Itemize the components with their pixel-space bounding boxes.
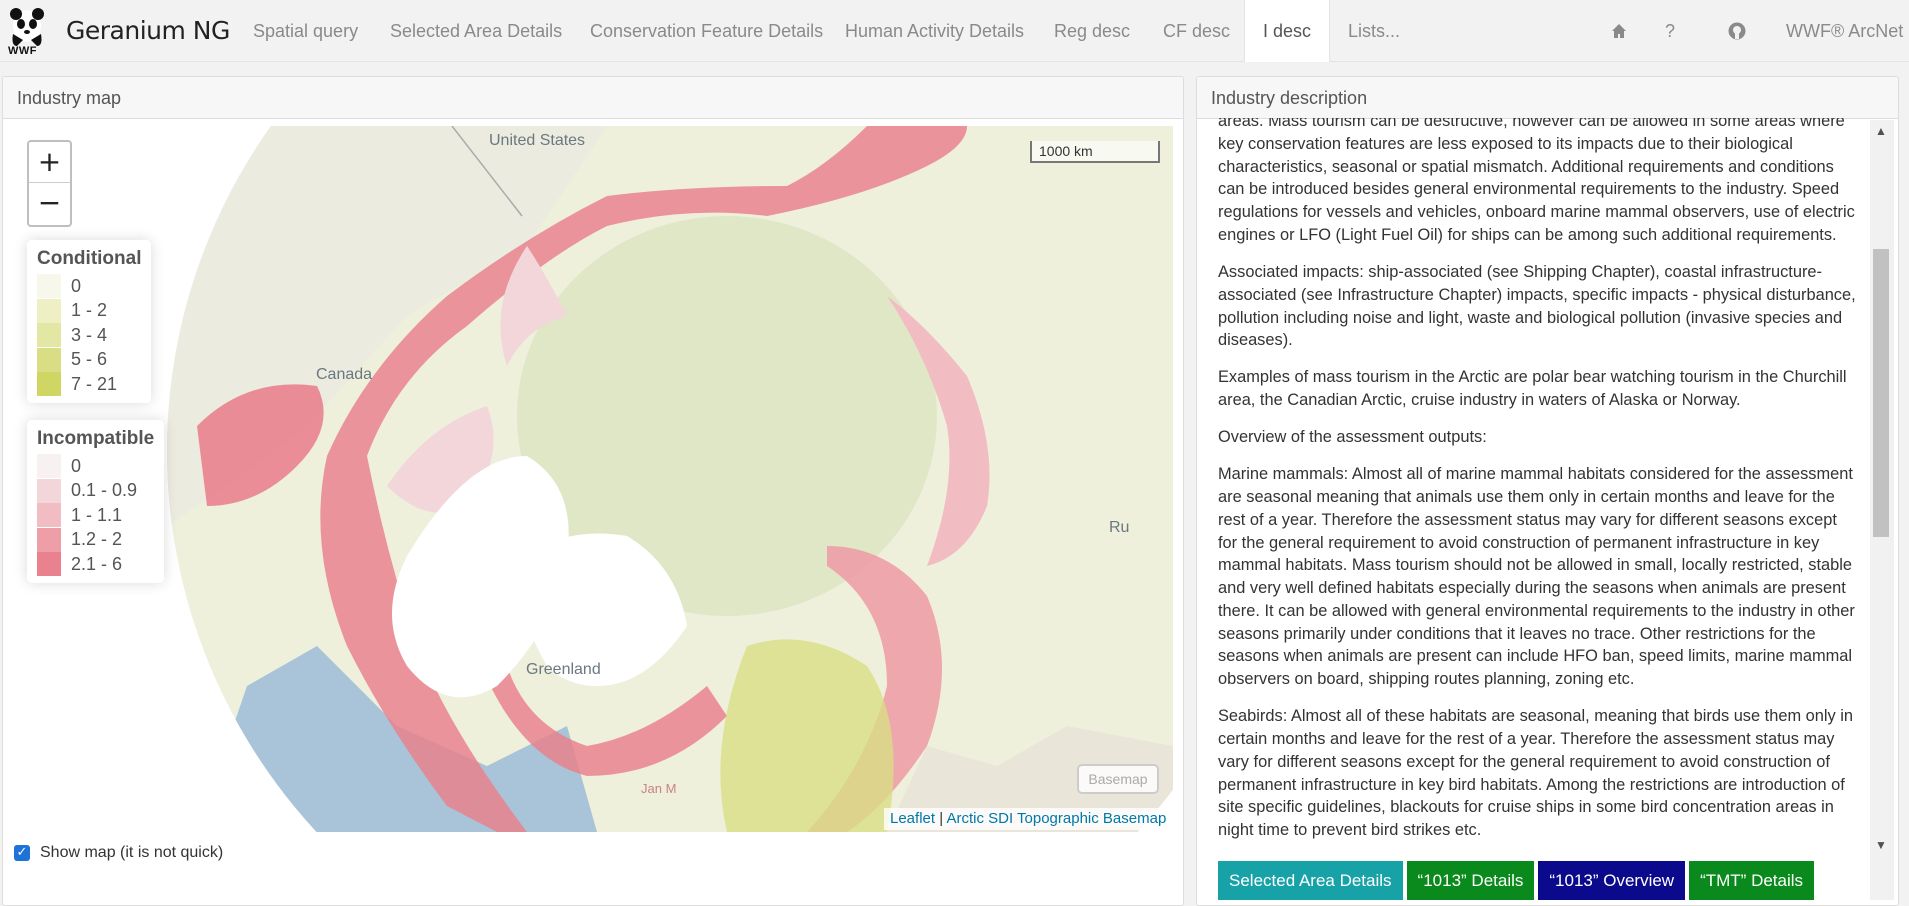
- basemap-button[interactable]: Basemap: [1077, 764, 1159, 794]
- legend-swatch: [37, 454, 61, 479]
- help-link[interactable]: ?: [1665, 0, 1675, 62]
- scrollbar-thumb[interactable]: [1873, 249, 1889, 537]
- home-icon[interactable]: [1611, 0, 1627, 62]
- legend-title: Incompatible: [37, 428, 155, 449]
- legend-conditional: Conditional 0 1 - 2 3 - 4 5 - 6 7 - 21: [27, 240, 152, 403]
- legend-label: 0: [71, 455, 82, 476]
- show-map-toggle[interactable]: ✓ Show map (it is not quick): [14, 844, 223, 862]
- show-map-checkbox[interactable]: ✓: [14, 845, 30, 861]
- logo-text: WWF: [8, 45, 37, 57]
- tab-human-activity-details[interactable]: Human Activity Details: [845, 0, 1024, 62]
- scroll-up-icon[interactable]: ▲: [1875, 124, 1887, 138]
- legend-swatch: [37, 347, 61, 372]
- legend-label: 1.2 - 2: [71, 529, 123, 550]
- zoom-control: + −: [27, 140, 72, 227]
- feature-details-button[interactable]: “1013” Details: [1406, 861, 1535, 900]
- legend-swatch: [37, 372, 61, 397]
- navbar: WWF Geranium NG Spatial query Selected A…: [0, 0, 1909, 62]
- legend-item: 1 - 1.1: [37, 503, 154, 528]
- legend-swatch: [37, 274, 61, 299]
- description-scrollbar[interactable]: ▲ ▼: [1870, 120, 1894, 900]
- panel-title: Industry description: [1197, 77, 1898, 119]
- action-buttons: Selected Area Details “1013” Details “10…: [1218, 861, 1818, 900]
- selected-area-details-button[interactable]: Selected Area Details: [1218, 861, 1403, 900]
- legend-item: 0.1 - 0.9: [37, 478, 154, 504]
- legend-title: Conditional: [37, 248, 142, 269]
- tab-cf-desc[interactable]: CF desc: [1163, 0, 1230, 62]
- paragraph: Examples of mass tourism in the Arctic a…: [1218, 368, 1847, 410]
- description-scroll-area[interactable]: areas. Mass tourism can be destructive, …: [1198, 118, 1872, 843]
- paragraph: Marine mammals: Almost all of marine mam…: [1218, 465, 1855, 689]
- legend-swatch: [37, 503, 61, 528]
- map-attribution: Leaflet | Arctic SDI Topographic Basemap: [884, 808, 1173, 830]
- tab-conservation-feature-details[interactable]: Conservation Feature Details: [590, 0, 823, 62]
- zoom-out-button[interactable]: −: [29, 183, 70, 224]
- panel-title: Industry map: [3, 77, 1183, 119]
- legend-label: 0: [71, 275, 82, 296]
- legend-item: 0: [37, 274, 141, 299]
- zoom-in-button[interactable]: +: [29, 142, 70, 183]
- tab-i-desc[interactable]: I desc: [1244, 0, 1330, 62]
- paragraph: Seabirds: Almost all of these habitats a…: [1218, 707, 1854, 840]
- paragraph: Overview of the assessment outputs:: [1218, 428, 1487, 447]
- legend-item: 2.1 - 6: [37, 552, 154, 577]
- legend-item: 0: [37, 454, 154, 479]
- legend-label: 3 - 4: [71, 324, 108, 345]
- legend-label: 1 - 2: [71, 300, 108, 321]
- basemap-attribution-link[interactable]: Arctic SDI Topographic Basemap: [946, 810, 1166, 827]
- paragraph: Associated impacts: ship-associated (see…: [1218, 262, 1856, 350]
- legend-label: 1 - 1.1: [71, 504, 123, 525]
- label-jan-mayen: Jan M: [641, 781, 677, 796]
- legend-item: 7 - 21: [37, 372, 141, 397]
- paragraph: areas. Mass tourism can be destructive, …: [1218, 118, 1855, 244]
- legend-swatch: [37, 552, 61, 577]
- label-russia: Ru: [1109, 519, 1130, 536]
- leaflet-link[interactable]: Leaflet: [890, 810, 935, 827]
- label-greenland: Greenland: [526, 661, 601, 678]
- label-canada: Canada: [316, 366, 373, 383]
- legend-label: 7 - 21: [71, 373, 118, 394]
- legend-swatch: [37, 478, 61, 503]
- show-map-label: Show map (it is not quick): [40, 844, 224, 861]
- legend-swatch: [37, 323, 61, 348]
- legend-label: 5 - 6: [71, 349, 108, 370]
- github-icon[interactable]: [1727, 0, 1747, 62]
- tab-selected-area-details[interactable]: Selected Area Details: [390, 0, 562, 62]
- org-link[interactable]: WWF® ArcNet: [1786, 0, 1903, 62]
- description-text: areas. Mass tourism can be destructive, …: [1218, 118, 1856, 843]
- scale-bar: 1000 km: [1030, 141, 1160, 163]
- legend-item: 1.2 - 2: [37, 527, 154, 553]
- legend-item: 5 - 6: [37, 347, 141, 373]
- legend-incompatible: Incompatible 0 0.1 - 0.9 1 - 1.1 1.2 - 2 2.1…: [27, 420, 165, 583]
- tab-lists[interactable]: Lists...: [1348, 0, 1400, 62]
- legend-item: 1 - 2: [37, 298, 141, 324]
- label-united-states: United States: [489, 132, 586, 149]
- legend-swatch: [37, 298, 61, 323]
- tmt-details-button[interactable]: “TMT” Details: [1689, 861, 1815, 900]
- brand-title[interactable]: Geranium NG: [66, 16, 230, 45]
- tab-reg-desc[interactable]: Reg desc: [1054, 0, 1130, 62]
- feature-overview-button[interactable]: “1013” Overview: [1538, 861, 1686, 900]
- legend-label: 0.1 - 0.9: [71, 480, 138, 501]
- legend-swatch: [37, 527, 61, 552]
- tab-spatial-query[interactable]: Spatial query: [253, 0, 358, 62]
- legend-item: 3 - 4: [37, 323, 141, 348]
- scroll-down-icon[interactable]: ▼: [1875, 838, 1887, 852]
- legend-label: 2.1 - 6: [71, 553, 123, 574]
- map-canvas: [167, 126, 1173, 832]
- wwf-panda-logo[interactable]: WWF: [5, 6, 49, 58]
- industry-map[interactable]: United States Canada Greenland Ru Jan M: [167, 126, 1173, 832]
- attribution-separator: |: [935, 810, 947, 827]
